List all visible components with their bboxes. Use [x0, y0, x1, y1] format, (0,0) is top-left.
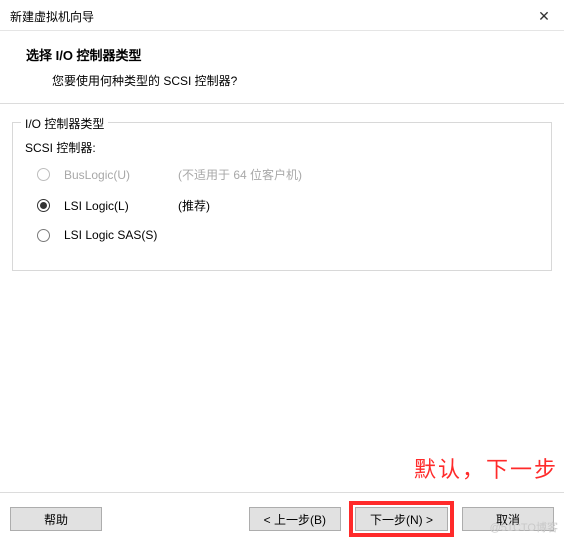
radio-icon — [37, 168, 50, 181]
group-legend: I/O 控制器类型 — [21, 115, 108, 132]
radio-label: LSI Logic SAS(S) — [64, 228, 164, 242]
io-controller-group: I/O 控制器类型 SCSI 控制器: BusLogic(U) (不适用于 64… — [12, 122, 552, 271]
next-highlight: 下一步(N) > — [349, 501, 454, 537]
radio-lsilogic[interactable]: LSI Logic(L) (推荐) — [37, 197, 541, 214]
radio-hint: (推荐) — [178, 197, 210, 214]
radio-buslogic: BusLogic(U) (不适用于 64 位客户机) — [37, 166, 541, 183]
button-bar: 帮助 < 上一步(B) 下一步(N) > 取消 — [0, 492, 564, 545]
window-title: 新建虚拟机向导 — [10, 8, 94, 25]
scsi-label: SCSI 控制器: — [25, 139, 541, 156]
radio-label: BusLogic(U) — [64, 168, 164, 182]
wizard-header: 选择 I/O 控制器类型 您要使用何种类型的 SCSI 控制器? — [0, 31, 564, 104]
titlebar: 新建虚拟机向导 ✕ — [0, 0, 564, 31]
page-subtitle: 您要使用何种类型的 SCSI 控制器? — [26, 72, 554, 89]
radio-hint: (不适用于 64 位客户机) — [178, 166, 302, 183]
close-icon[interactable]: ✕ — [534, 6, 554, 26]
back-button[interactable]: < 上一步(B) — [249, 507, 341, 531]
next-button[interactable]: 下一步(N) > — [355, 507, 448, 531]
radio-label: LSI Logic(L) — [64, 199, 164, 213]
radio-icon[interactable] — [37, 229, 50, 242]
help-button[interactable]: 帮助 — [10, 507, 102, 531]
radio-icon[interactable] — [37, 199, 50, 212]
radio-lsisas[interactable]: LSI Logic SAS(S) — [37, 228, 541, 242]
annotation-text: 默认，下一步 — [414, 452, 558, 484]
cancel-button[interactable]: 取消 — [462, 507, 554, 531]
content-area: I/O 控制器类型 SCSI 控制器: BusLogic(U) (不适用于 64… — [0, 104, 564, 271]
page-title: 选择 I/O 控制器类型 — [26, 45, 554, 64]
